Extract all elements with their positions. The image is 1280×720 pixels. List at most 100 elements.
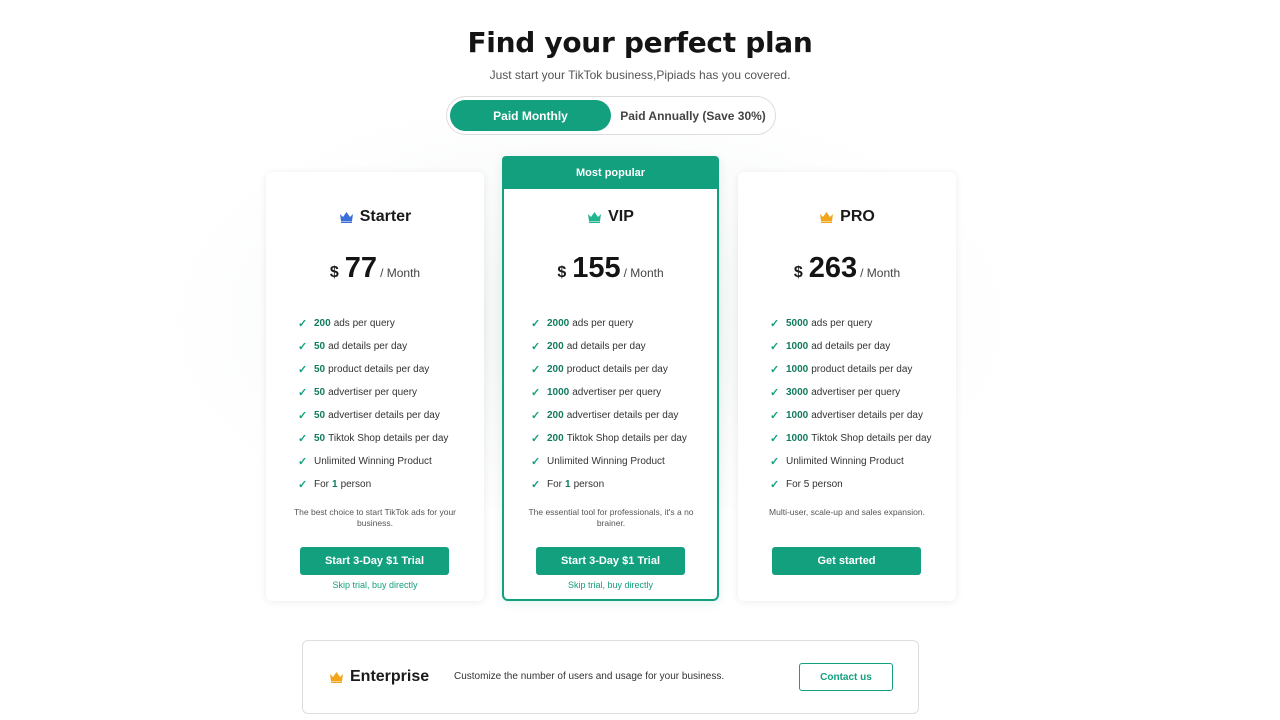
feature-item: ✓ 50 advertiser details per day [298, 404, 448, 427]
feature-value: 2000 [547, 318, 570, 329]
feature-item: ✓ Unlimited Winning Product [298, 450, 448, 473]
price-period: / Month [860, 266, 901, 280]
feature-item: ✓ 1000 advertiser per query [531, 381, 687, 404]
feature-text: ad details per day [566, 341, 646, 352]
feature-value: 1000 [786, 341, 809, 352]
feature-text: ad details per day [811, 341, 891, 352]
feature-item: ✓ For 1 person [298, 473, 448, 496]
feature-value: 3000 [786, 387, 809, 398]
feature-item: ✓ 1000 ad details per day [770, 335, 932, 358]
check-icon: ✓ [298, 410, 308, 422]
price-currency: $ [793, 264, 803, 281]
check-icon: ✓ [770, 341, 780, 353]
check-icon: ✓ [531, 456, 541, 468]
feature-item: ✓ 50 product details per day [298, 358, 448, 381]
price: $ 263 / Month [738, 252, 956, 285]
plan-card-pro: PRO $ 263 / Month ✓ 5000 ads per query ✓ 10… [738, 172, 956, 601]
contact-us-button[interactable]: Contact us [799, 663, 893, 691]
feature-item: ✓ 200 advertiser details per day [531, 404, 687, 427]
paid-monthly-option[interactable]: Paid Monthly [450, 100, 611, 131]
skip-trial-link[interactable]: Skip trial, buy directly [504, 580, 717, 590]
feature-item: ✓ 200 ad details per day [531, 335, 687, 358]
feature-item: ✓ Unlimited Winning Product [531, 450, 687, 473]
crown-icon [820, 212, 834, 223]
check-icon: ✓ [770, 364, 780, 376]
check-icon: ✓ [531, 318, 541, 330]
price-period: / Month [380, 266, 421, 280]
check-icon: ✓ [298, 318, 308, 330]
enterprise-title: Enterprise [350, 668, 430, 685]
feature-value: 1000 [786, 410, 809, 421]
check-icon: ✓ [298, 456, 308, 468]
check-icon: ✓ [531, 387, 541, 399]
check-icon: ✓ [770, 387, 780, 399]
feature-item: ✓ 1000 advertiser details per day [770, 404, 932, 427]
feature-text: product details per day [811, 364, 913, 375]
price-amount: 77 [344, 252, 378, 284]
feature-item: ✓ Unlimited Winning Product [770, 450, 932, 473]
feature-item: ✓ 1000 product details per day [770, 358, 932, 381]
feature-value: 50 [314, 433, 326, 444]
check-icon: ✓ [531, 364, 541, 376]
check-icon: ✓ [770, 410, 780, 422]
plan-name: Starter [359, 208, 412, 225]
check-icon: ✓ [531, 410, 541, 422]
feature-item: ✓ 50 advertiser per query [298, 381, 448, 404]
feature-item: ✓ 200 Tiktok Shop details per day [531, 427, 687, 450]
plan-name: VIP [608, 208, 634, 225]
feature-item: ✓ 5000 ads per query [770, 312, 932, 335]
plan-description: The essential tool for professionals, it… [528, 507, 694, 528]
paid-annually-option[interactable]: Paid Annually (Save 30%) [613, 100, 773, 131]
feature-list: ✓ 200 ads per query ✓ 50 ad details per day … [298, 312, 448, 496]
feature-value: 200 [547, 364, 564, 375]
plan-cta-button[interactable]: Start 3-Day $1 Trial [536, 547, 685, 575]
enterprise-description: Customize the number of users and usage … [454, 671, 725, 682]
feature-value: 200 [547, 410, 564, 421]
plan-heading: VIP [504, 208, 717, 226]
feature-text: advertiser per query [572, 387, 662, 398]
feature-item: ✓ For 1 person [531, 473, 687, 496]
feature-value: 50 [314, 410, 326, 421]
plan-heading: Starter [266, 208, 484, 226]
plan-cta-button[interactable]: Start 3-Day $1 Trial [300, 547, 449, 575]
feature-value: 5000 [786, 318, 809, 329]
feature-text: ad details per day [328, 341, 408, 352]
plan-description: The best choice to start TikTok ads for … [293, 507, 457, 528]
feature-value: 1 [565, 479, 571, 490]
feature-text: advertiser details per day [566, 410, 679, 421]
feature-text: person [340, 479, 372, 490]
crown-icon [339, 212, 353, 223]
feature-value: 50 [314, 341, 326, 352]
feature-text: Tiktok Shop details per day [566, 433, 687, 444]
enterprise-heading: Enterprise [329, 668, 429, 686]
feature-text: Tiktok Shop details per day [328, 433, 449, 444]
most-popular-badge: Most popular [502, 156, 719, 189]
feature-text: advertiser per query [811, 387, 901, 398]
feature-list: ✓ 2000 ads per query ✓ 200 ad details per da… [531, 312, 687, 496]
plan-cta-button[interactable]: Get started [772, 547, 921, 575]
feature-text: product details per day [328, 364, 430, 375]
feature-text: advertiser details per day [811, 410, 923, 421]
feature-value: 50 [314, 387, 326, 398]
feature-text: ads per query [572, 318, 634, 329]
feature-value: 1000 [786, 433, 809, 444]
skip-trial-link[interactable]: Skip trial, buy directly [266, 580, 484, 590]
enterprise-banner: Enterprise Customize the number of users… [302, 640, 919, 714]
check-icon: ✓ [298, 364, 308, 376]
price-currency: $ [329, 264, 339, 281]
price-amount: 155 [572, 252, 621, 284]
crown-icon [588, 212, 602, 223]
crown-icon [330, 672, 343, 683]
check-icon: ✓ [298, 433, 308, 445]
feature-text: ads per query [333, 318, 395, 329]
price: $ 77 / Month [266, 252, 484, 285]
feature-value: 1 [332, 479, 338, 490]
feature-text: ads per query [811, 318, 873, 329]
feature-value: 50 [314, 364, 326, 375]
feature-prefix: For [547, 479, 562, 490]
page-subtitle: Just start your TikTok business,Pipiads … [489, 68, 791, 82]
check-icon: ✓ [770, 479, 780, 491]
feature-text: Tiktok Shop details per day [811, 433, 932, 444]
feature-text: person [573, 479, 605, 490]
feature-value: 200 [314, 318, 331, 329]
